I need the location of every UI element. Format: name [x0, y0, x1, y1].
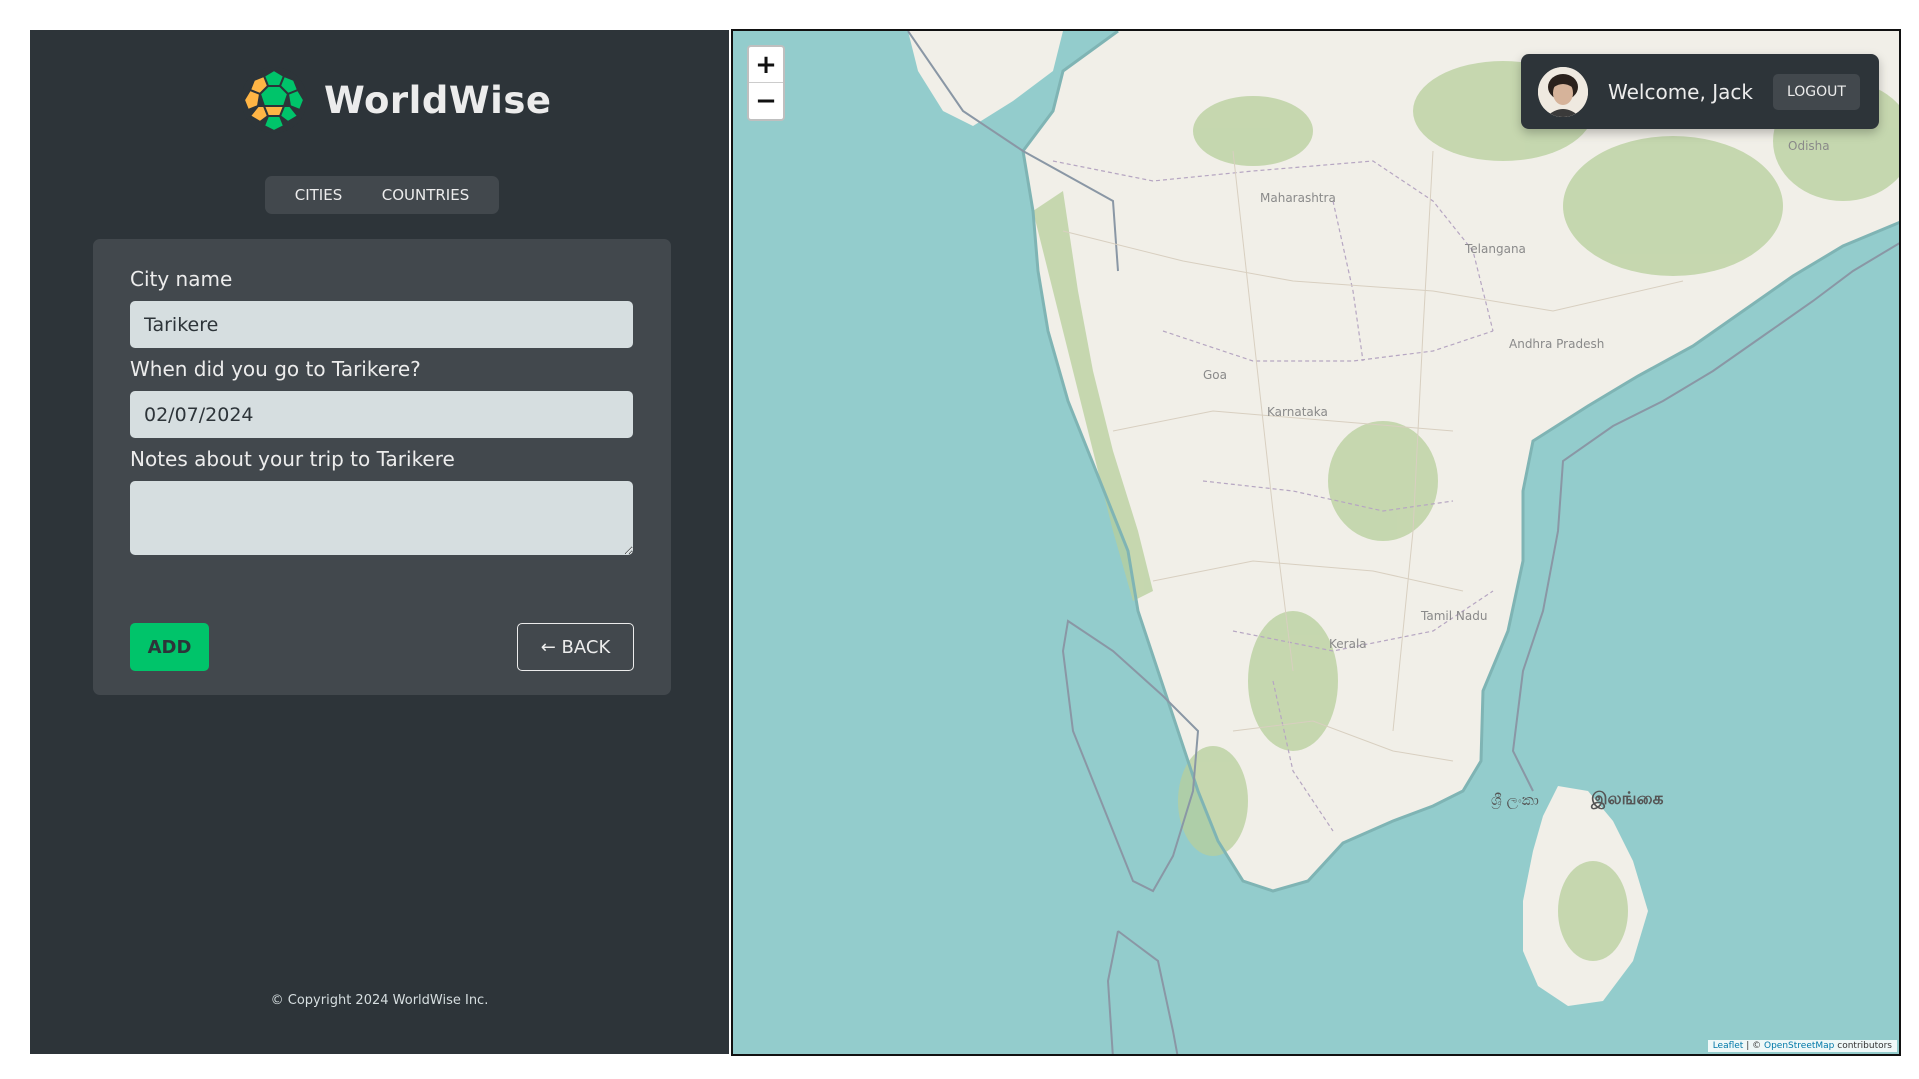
notes-label: Notes about your trip to Tarikere	[130, 447, 455, 471]
welcome-text: Welcome, Jack	[1608, 79, 1753, 104]
map-label-karnataka: Karnataka	[1267, 405, 1328, 419]
map-label-maharashtra: Maharashtra	[1260, 191, 1336, 205]
map-attribution: Leaflet | © OpenStreetMap contributors	[1707, 1040, 1897, 1052]
notes-textarea[interactable]	[130, 481, 633, 555]
logout-button[interactable]: LOGOUT	[1772, 73, 1860, 110]
add-button[interactable]: ADD	[130, 623, 209, 671]
map-label-telangana: Telangana	[1465, 242, 1526, 256]
back-button[interactable]: ← BACK	[517, 623, 634, 671]
osm-link[interactable]: OpenStreetMap	[1764, 1041, 1834, 1051]
map-label-sri-lanka-sinhala: ශ්‍රී ලංකා	[1491, 791, 1539, 809]
zoom-out-button[interactable]: −	[749, 83, 783, 119]
attribution-contributors: contributors	[1837, 1041, 1892, 1051]
attribution-separator: | ©	[1746, 1041, 1762, 1051]
date-label: When did you go to Tarikere?	[130, 357, 421, 381]
copyright: © Copyright 2024 WorldWise Inc.	[270, 993, 489, 1008]
date-field: When did you go to Tarikere?	[130, 357, 633, 438]
tab-cities[interactable]: CITIES	[281, 180, 356, 210]
logo[interactable]: WorldWise	[240, 66, 551, 134]
map-label-kerala: Kerala	[1329, 637, 1367, 651]
notes-field: Notes about your trip to Tarikere	[130, 447, 633, 559]
city-name-label: City name	[130, 267, 233, 291]
map-label-sri-lanka-tamil: இலங்கை	[1591, 789, 1664, 809]
city-name-input[interactable]	[130, 301, 633, 348]
zoom-in-button[interactable]: +	[749, 47, 783, 83]
map[interactable]: Maharashtra Telangana Andhra Pradesh Goa…	[731, 29, 1901, 1056]
city-form: City name When did you go to Tarikere? N…	[93, 239, 671, 695]
map-tiles	[733, 31, 1899, 1054]
nav-tabs: CITIES COUNTRIES	[265, 176, 499, 214]
avatar	[1538, 66, 1588, 117]
map-label-tamil-nadu: Tamil Nadu	[1421, 609, 1488, 623]
user-card: Welcome, Jack LOGOUT	[1521, 54, 1879, 129]
zoom-control: + −	[747, 45, 785, 121]
tab-countries[interactable]: COUNTRIES	[368, 180, 484, 210]
city-name-field: City name	[130, 267, 633, 348]
map-label-goa: Goa	[1203, 368, 1227, 382]
map-label-odisha: Odisha	[1788, 139, 1830, 153]
map-label-andhra: Andhra Pradesh	[1509, 337, 1605, 351]
app-name: WorldWise	[324, 78, 552, 122]
user-avatar-icon	[1538, 66, 1588, 117]
sidebar: WorldWise CITIES COUNTRIES City name Whe…	[30, 30, 729, 1054]
worldwise-logo-icon	[241, 67, 307, 133]
date-input[interactable]	[130, 391, 633, 438]
leaflet-link[interactable]: Leaflet	[1713, 1041, 1744, 1051]
